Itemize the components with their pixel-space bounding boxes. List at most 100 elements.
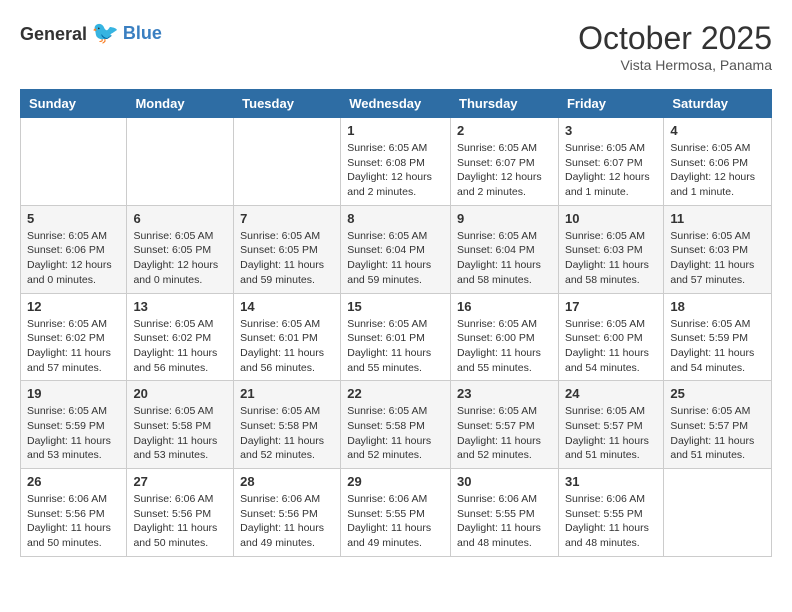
day-info: Sunrise: 6:05 AMSunset: 6:02 PMDaylight:… [27,317,120,376]
day-info: Sunrise: 6:05 AMSunset: 5:58 PMDaylight:… [347,404,444,463]
day-info: Sunrise: 6:05 AMSunset: 6:04 PMDaylight:… [457,229,552,288]
day-number: 24 [565,386,657,401]
day-info: Sunrise: 6:05 AMSunset: 5:57 PMDaylight:… [670,404,765,463]
calendar-cell [21,118,127,206]
week-row-5: 26 Sunrise: 6:06 AMSunset: 5:56 PMDayligh… [21,469,772,557]
day-info: Sunrise: 6:05 AMSunset: 6:08 PMDaylight:… [347,141,444,200]
day-number: 2 [457,123,552,138]
calendar-cell: 15 Sunrise: 6:05 AMSunset: 6:01 PMDayligh… [341,293,451,381]
calendar-cell: 20Sunrise: 6:05 AMSunset: 5:58 PMDayligh… [127,381,234,469]
day-number: 4 [670,123,765,138]
calendar-cell: 19Sunrise: 6:05 AMSunset: 5:59 PMDayligh… [21,381,127,469]
day-number: 28 [240,474,334,489]
calendar-cell: 1 Sunrise: 6:05 AMSunset: 6:08 PMDaylight… [341,118,451,206]
header-friday: Friday [558,90,663,118]
day-info: Sunrise: 6:06 AMSunset: 5:55 PMDaylight:… [347,492,444,551]
day-info: Sunrise: 6:05 AMSunset: 6:02 PMDaylight:… [133,317,227,376]
day-number: 15 [347,299,444,314]
day-number: 31 [565,474,657,489]
calendar-cell: 8 Sunrise: 6:05 AMSunset: 6:04 PMDaylight… [341,205,451,293]
title-area: October 2025 Vista Hermosa, Panama [578,20,772,73]
week-row-3: 12Sunrise: 6:05 AMSunset: 6:02 PMDayligh… [21,293,772,381]
calendar-cell: 23 Sunrise: 6:05 AMSunset: 5:57 PMDayligh… [451,381,559,469]
calendar-cell: 6Sunrise: 6:05 AMSunset: 6:05 PMDaylight… [127,205,234,293]
header-monday: Monday [127,90,234,118]
calendar-cell: 26 Sunrise: 6:06 AMSunset: 5:56 PMDayligh… [21,469,127,557]
calendar-header-row: SundayMondayTuesdayWednesdayThursdayFrid… [21,90,772,118]
day-number: 19 [27,386,120,401]
day-number: 5 [27,211,120,226]
day-info: Sunrise: 6:05 AMSunset: 6:03 PMDaylight:… [670,229,765,288]
day-number: 22 [347,386,444,401]
week-row-4: 19Sunrise: 6:05 AMSunset: 5:59 PMDayligh… [21,381,772,469]
day-number: 6 [133,211,227,226]
day-info: Sunrise: 6:06 AMSunset: 5:55 PMDaylight:… [457,492,552,551]
day-info: Sunrise: 6:05 AMSunset: 6:00 PMDaylight:… [565,317,657,376]
day-info: Sunrise: 6:05 AMSunset: 5:57 PMDaylight:… [457,404,552,463]
logo-bird-icon: 🐦 [92,20,119,45]
calendar: SundayMondayTuesdayWednesdayThursdayFrid… [20,89,772,557]
day-number: 27 [133,474,227,489]
day-info: Sunrise: 6:05 AMSunset: 5:59 PMDaylight:… [670,317,765,376]
header-saturday: Saturday [664,90,772,118]
day-info: Sunrise: 6:05 AMSunset: 6:06 PMDaylight:… [27,229,120,288]
calendar-cell: 2 Sunrise: 6:05 AMSunset: 6:07 PMDaylight… [451,118,559,206]
logo-general: General [20,24,87,44]
calendar-cell: 12Sunrise: 6:05 AMSunset: 6:02 PMDayligh… [21,293,127,381]
day-info: Sunrise: 6:05 AMSunset: 6:05 PMDaylight:… [240,229,334,288]
day-number: 8 [347,211,444,226]
calendar-cell: 14 Sunrise: 6:05 AMSunset: 6:01 PMDayligh… [234,293,341,381]
day-number: 14 [240,299,334,314]
day-info: Sunrise: 6:05 AMSunset: 6:00 PMDaylight:… [457,317,552,376]
day-number: 1 [347,123,444,138]
calendar-cell [664,469,772,557]
header-tuesday: Tuesday [234,90,341,118]
header-wednesday: Wednesday [341,90,451,118]
calendar-cell: 28 Sunrise: 6:06 AMSunset: 5:56 PMDayligh… [234,469,341,557]
calendar-cell: 5 Sunrise: 6:05 AMSunset: 6:06 PMDaylight… [21,205,127,293]
day-info: Sunrise: 6:05 AMSunset: 6:06 PMDaylight:… [670,141,765,200]
day-number: 16 [457,299,552,314]
day-number: 13 [133,299,227,314]
day-number: 21 [240,386,334,401]
day-info: Sunrise: 6:05 AMSunset: 6:04 PMDaylight:… [347,229,444,288]
day-number: 7 [240,211,334,226]
calendar-cell: 7 Sunrise: 6:05 AMSunset: 6:05 PMDaylight… [234,205,341,293]
calendar-cell: 13 Sunrise: 6:05 AMSunset: 6:02 PMDayligh… [127,293,234,381]
calendar-cell: 11Sunrise: 6:05 AMSunset: 6:03 PMDayligh… [664,205,772,293]
calendar-cell: 30Sunrise: 6:06 AMSunset: 5:55 PMDayligh… [451,469,559,557]
logo: General 🐦 Blue [20,20,162,46]
calendar-cell: 22 Sunrise: 6:05 AMSunset: 5:58 PMDayligh… [341,381,451,469]
day-info: Sunrise: 6:05 AMSunset: 6:01 PMDaylight:… [347,317,444,376]
day-info: Sunrise: 6:06 AMSunset: 5:55 PMDaylight:… [565,492,657,551]
location: Vista Hermosa, Panama [578,57,772,73]
day-info: Sunrise: 6:05 AMSunset: 6:07 PMDaylight:… [457,141,552,200]
week-row-2: 5 Sunrise: 6:05 AMSunset: 6:06 PMDaylight… [21,205,772,293]
logo-blue: Blue [123,23,162,43]
calendar-cell [127,118,234,206]
calendar-cell: 24 Sunrise: 6:05 AMSunset: 5:57 PMDayligh… [558,381,663,469]
day-info: Sunrise: 6:05 AMSunset: 6:01 PMDaylight:… [240,317,334,376]
day-number: 26 [27,474,120,489]
day-number: 17 [565,299,657,314]
month-title: October 2025 [578,20,772,57]
header-sunday: Sunday [21,90,127,118]
calendar-cell: 25 Sunrise: 6:05 AMSunset: 5:57 PMDayligh… [664,381,772,469]
day-info: Sunrise: 6:05 AMSunset: 5:57 PMDaylight:… [565,404,657,463]
calendar-cell [234,118,341,206]
day-info: Sunrise: 6:06 AMSunset: 5:56 PMDaylight:… [240,492,334,551]
day-number: 10 [565,211,657,226]
day-number: 18 [670,299,765,314]
week-row-1: 1 Sunrise: 6:05 AMSunset: 6:08 PMDaylight… [21,118,772,206]
calendar-cell: 3Sunrise: 6:05 AMSunset: 6:07 PMDaylight… [558,118,663,206]
day-number: 25 [670,386,765,401]
header-thursday: Thursday [451,90,559,118]
calendar-cell: 16 Sunrise: 6:05 AMSunset: 6:00 PMDayligh… [451,293,559,381]
calendar-cell: 21Sunrise: 6:05 AMSunset: 5:58 PMDayligh… [234,381,341,469]
calendar-cell: 10Sunrise: 6:05 AMSunset: 6:03 PMDayligh… [558,205,663,293]
calendar-cell: 18 Sunrise: 6:05 AMSunset: 5:59 PMDayligh… [664,293,772,381]
day-info: Sunrise: 6:06 AMSunset: 5:56 PMDaylight:… [27,492,120,551]
day-info: Sunrise: 6:05 AMSunset: 5:58 PMDaylight:… [133,404,227,463]
day-number: 23 [457,386,552,401]
day-info: Sunrise: 6:05 AMSunset: 6:07 PMDaylight:… [565,141,657,200]
